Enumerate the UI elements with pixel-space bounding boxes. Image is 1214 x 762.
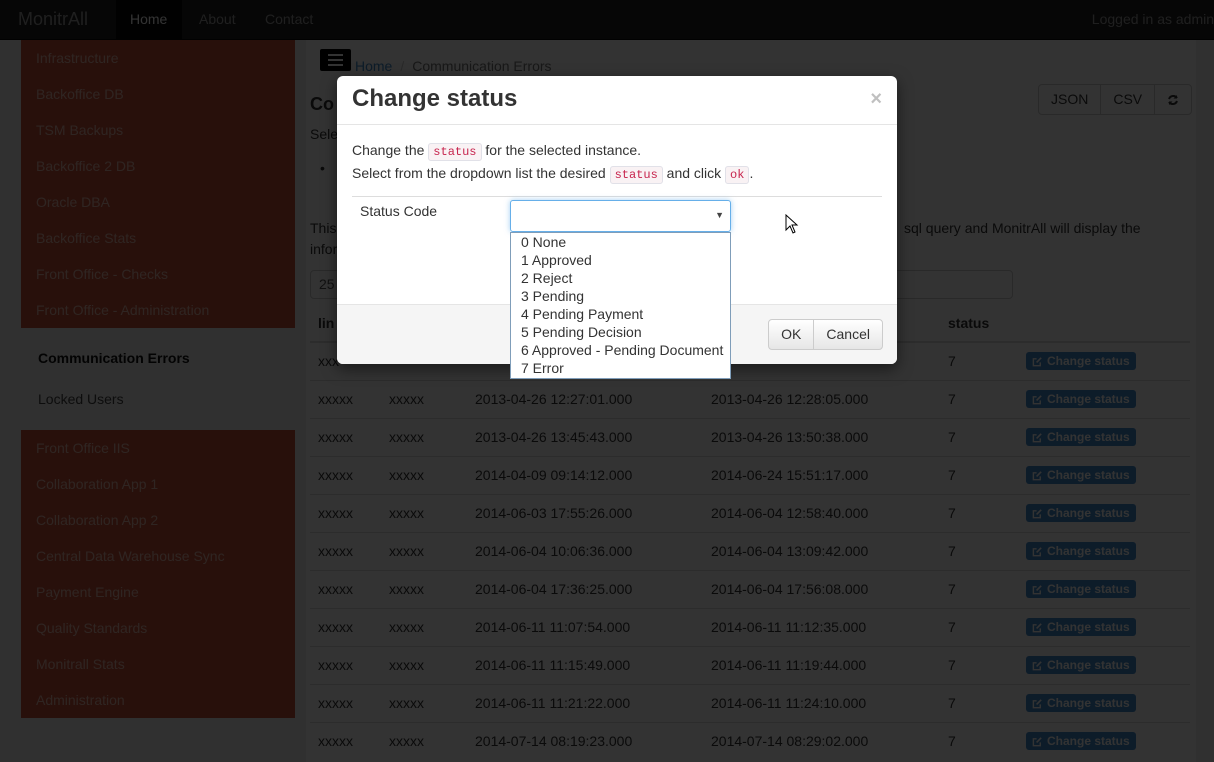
divider — [352, 196, 882, 197]
code-status: status — [609, 166, 663, 184]
mouse-cursor-icon — [785, 214, 799, 234]
close-icon[interactable]: × — [870, 88, 882, 111]
instruction-text: Change the — [352, 142, 429, 158]
modal-button-group: OK Cancel — [768, 319, 883, 350]
modal-instructions: Change the status for the selected insta… — [352, 140, 882, 186]
instruction-text: . — [749, 165, 754, 181]
option-6-approved-pending-document[interactable]: 6 Approved - Pending Document — [511, 341, 730, 359]
code-ok: ok — [725, 166, 750, 184]
option-2-reject[interactable]: 2 Reject — [511, 269, 730, 287]
status-code-label: Status Code — [360, 203, 438, 219]
cancel-button[interactable]: Cancel — [813, 319, 883, 350]
status-code-select[interactable]: ▼ — [510, 200, 731, 232]
modal-title: Change status — [352, 85, 518, 112]
change-status-modal: Change status × Change the status for th… — [337, 76, 897, 379]
code-status: status — [428, 143, 482, 161]
option-1-approved[interactable]: 1 Approved — [511, 251, 730, 269]
dropdown-arrow-icon: ▼ — [715, 210, 724, 220]
modal-header: Change status × — [337, 76, 897, 125]
instruction-text: and click — [662, 165, 726, 181]
option-3-pending[interactable]: 3 Pending — [511, 287, 730, 305]
option-0-none[interactable]: 0 None — [511, 233, 730, 251]
option-5-pending-decision[interactable]: 5 Pending Decision — [511, 323, 730, 341]
ok-button[interactable]: OK — [768, 319, 815, 350]
option-7-error[interactable]: 7 Error — [511, 359, 730, 377]
instruction-text: for the selected instance. — [481, 142, 642, 158]
instruction-text: Select from the dropdown list the desire… — [352, 165, 610, 181]
status-code-options: 0 None 1 Approved 2 Reject 3 Pending 4 P… — [510, 232, 731, 379]
option-4-pending-payment[interactable]: 4 Pending Payment — [511, 305, 730, 323]
